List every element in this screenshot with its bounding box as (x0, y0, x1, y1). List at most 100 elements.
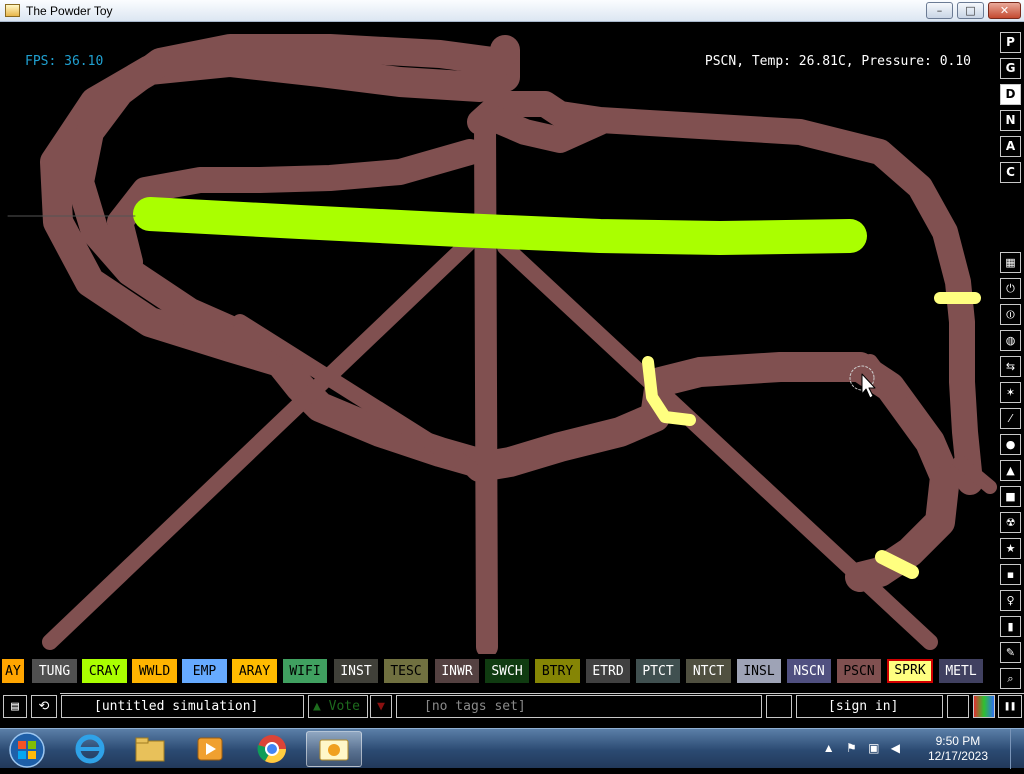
chrome-icon (257, 735, 286, 763)
element-nscn[interactable]: NSCN (787, 659, 831, 683)
explosives-icon: ✶ (1005, 386, 1016, 399)
mode-button-a[interactable]: A (1000, 136, 1021, 157)
particle-info: PSCN, Temp: 26.81C, Pressure: 0.10 (704, 54, 971, 69)
mode-button-p[interactable]: P (1000, 32, 1021, 53)
window-title: The Powder Toy (26, 4, 113, 18)
element-btry[interactable]: BTRY (535, 659, 580, 683)
vote-up-button[interactable]: ▲ Vote (308, 695, 368, 718)
element-ay[interactable]: AY (2, 659, 24, 683)
gases-category-button[interactable]: ⁄ (1000, 408, 1021, 429)
taskbar-explorer[interactable] (122, 731, 178, 767)
fps-counter: FPS: 36.10 (25, 54, 104, 69)
special-icon: ★ (1005, 542, 1016, 555)
radioactive-category-button[interactable]: ☢ (1000, 512, 1021, 533)
gases-icon: ⁄ (1009, 412, 1012, 425)
walls-category-button[interactable]: ▦ (1000, 252, 1021, 273)
mode-button-d[interactable]: D (1000, 84, 1021, 105)
sign-in-label: [sign in] (828, 699, 899, 714)
powered-category-button[interactable]: ⏼ (1000, 304, 1021, 325)
save-name: [untitled simulation] (94, 699, 259, 714)
taskbar-powder-toy[interactable] (306, 731, 362, 767)
open-icon: ▤ (11, 699, 19, 714)
system-tray[interactable]: ▲ ⚑ ▣ ◀ (823, 741, 904, 755)
element-wwld[interactable]: WWLD (132, 659, 177, 683)
vote-down-button[interactable]: ▼ (370, 695, 392, 718)
element-cray[interactable]: CRAY (82, 659, 127, 683)
show-desktop-button[interactable] (1010, 729, 1024, 769)
bottom-divider (60, 693, 1024, 694)
element-emp[interactable]: EMP (182, 659, 227, 683)
element-metl[interactable]: METL (939, 659, 983, 683)
element-sprk[interactable]: SPRK (887, 659, 933, 683)
search-category-button[interactable]: ⌕ (1000, 668, 1021, 689)
liquids-category-button[interactable]: ● (1000, 434, 1021, 455)
powder-toy-icon (319, 739, 349, 761)
deco-category-button[interactable]: ✎ (1000, 642, 1021, 663)
deco-icon: ✎ (1005, 646, 1016, 659)
clock-date: 12/17/2023 (927, 749, 988, 763)
close-button[interactable]: ✕ (988, 2, 1021, 19)
vote-down-icon: ▼ (377, 699, 385, 714)
solids-icon: ■ (1005, 490, 1016, 503)
powders-category-button[interactable]: ▲ (1000, 460, 1021, 481)
element-aray[interactable]: ARAY (232, 659, 277, 683)
electronics-icon: ⏻ (1006, 282, 1015, 295)
mode-button-g[interactable]: G (1000, 58, 1021, 79)
reload-button[interactable]: ⟲ (31, 695, 57, 718)
settings-button[interactable] (947, 695, 969, 718)
bottom-bar: ▤ ⟲ [untitled simulation] ▲ Vote ▼ [no t… (0, 693, 1024, 719)
maximize-button[interactable]: □ (957, 2, 984, 19)
taskbar-chrome[interactable] (244, 731, 300, 767)
mode-button-c[interactable]: C (1000, 162, 1021, 183)
element-ntct[interactable]: NTCT (686, 659, 731, 683)
mode-button-n[interactable]: N (1000, 110, 1021, 131)
powders-icon: ▲ (1006, 464, 1015, 477)
element-etrd[interactable]: ETRD (586, 659, 630, 683)
sign-in-button[interactable]: [sign in] (796, 695, 943, 718)
element-tesc[interactable]: TESC (384, 659, 428, 683)
cray-bar (133, 197, 867, 255)
element-inst[interactable]: INST (334, 659, 378, 683)
window-titlebar: The Powder Toy – □ ✕ (0, 0, 1024, 22)
life-icon: ▪ (1006, 568, 1015, 581)
clock-time: 9:50 PM (935, 734, 981, 748)
taskbar-internet-explorer[interactable] (62, 731, 118, 767)
minimize-button[interactable]: – (926, 2, 953, 19)
taskbar-media-player[interactable] (182, 731, 238, 767)
electronics-category-button[interactable]: ⏻ (1000, 278, 1021, 299)
pscn-right-branch (862, 354, 953, 470)
element-pscn[interactable]: PSCN (837, 659, 881, 683)
simulation-canvas[interactable] (0, 22, 998, 654)
radioactive-icon: ☢ (1005, 516, 1016, 529)
tags-field[interactable]: [no tags set] (396, 695, 762, 718)
explosives-category-button[interactable]: ✶ (1000, 382, 1021, 403)
windows-logo-icon (9, 732, 45, 768)
game-area: FPS: 36.10 PSCN, Temp: 26.81C, Pressure:… (0, 22, 1024, 720)
life-category-button[interactable]: ▪ (1000, 564, 1021, 585)
powered-icon: ⏼ (1006, 308, 1015, 321)
liquids-icon: ● (1005, 438, 1016, 451)
element-ptct[interactable]: PTCT (636, 659, 680, 683)
element-insl[interactable]: INSL (737, 659, 781, 683)
element-tung[interactable]: TUNG (32, 659, 77, 683)
windows-taskbar: ▲ ⚑ ▣ ◀ 9:50 PM 12/17/2023 (0, 728, 1024, 769)
element-swch[interactable]: SWCH (485, 659, 529, 683)
open-save-button[interactable]: ▤ (3, 695, 27, 718)
sensors-category-button[interactable]: ◍ (1000, 330, 1021, 351)
start-button[interactable] (0, 731, 54, 768)
tools-icon: ♀ (1006, 594, 1015, 607)
save-button[interactable] (766, 695, 792, 718)
element-inwr[interactable]: INWR (435, 659, 479, 683)
tools-category-button[interactable]: ♀ (1000, 590, 1021, 611)
pscn-vertical (474, 111, 498, 654)
solids-category-button[interactable]: ■ (1000, 486, 1021, 507)
save-name-field[interactable]: [untitled simulation] (61, 695, 304, 718)
taskbar-clock[interactable]: 9:50 PM 12/17/2023 (928, 734, 988, 764)
element-wifi[interactable]: WIFI (283, 659, 327, 683)
pause-button[interactable]: ❚❚ (998, 695, 1022, 718)
special-category-button[interactable]: ★ (1000, 538, 1021, 559)
favorites-category-button[interactable]: ▮ (1000, 616, 1021, 637)
force-category-button[interactable]: ⇆ (1000, 356, 1021, 377)
renderer-button[interactable] (973, 695, 995, 718)
internet-explorer-icon (75, 734, 105, 764)
